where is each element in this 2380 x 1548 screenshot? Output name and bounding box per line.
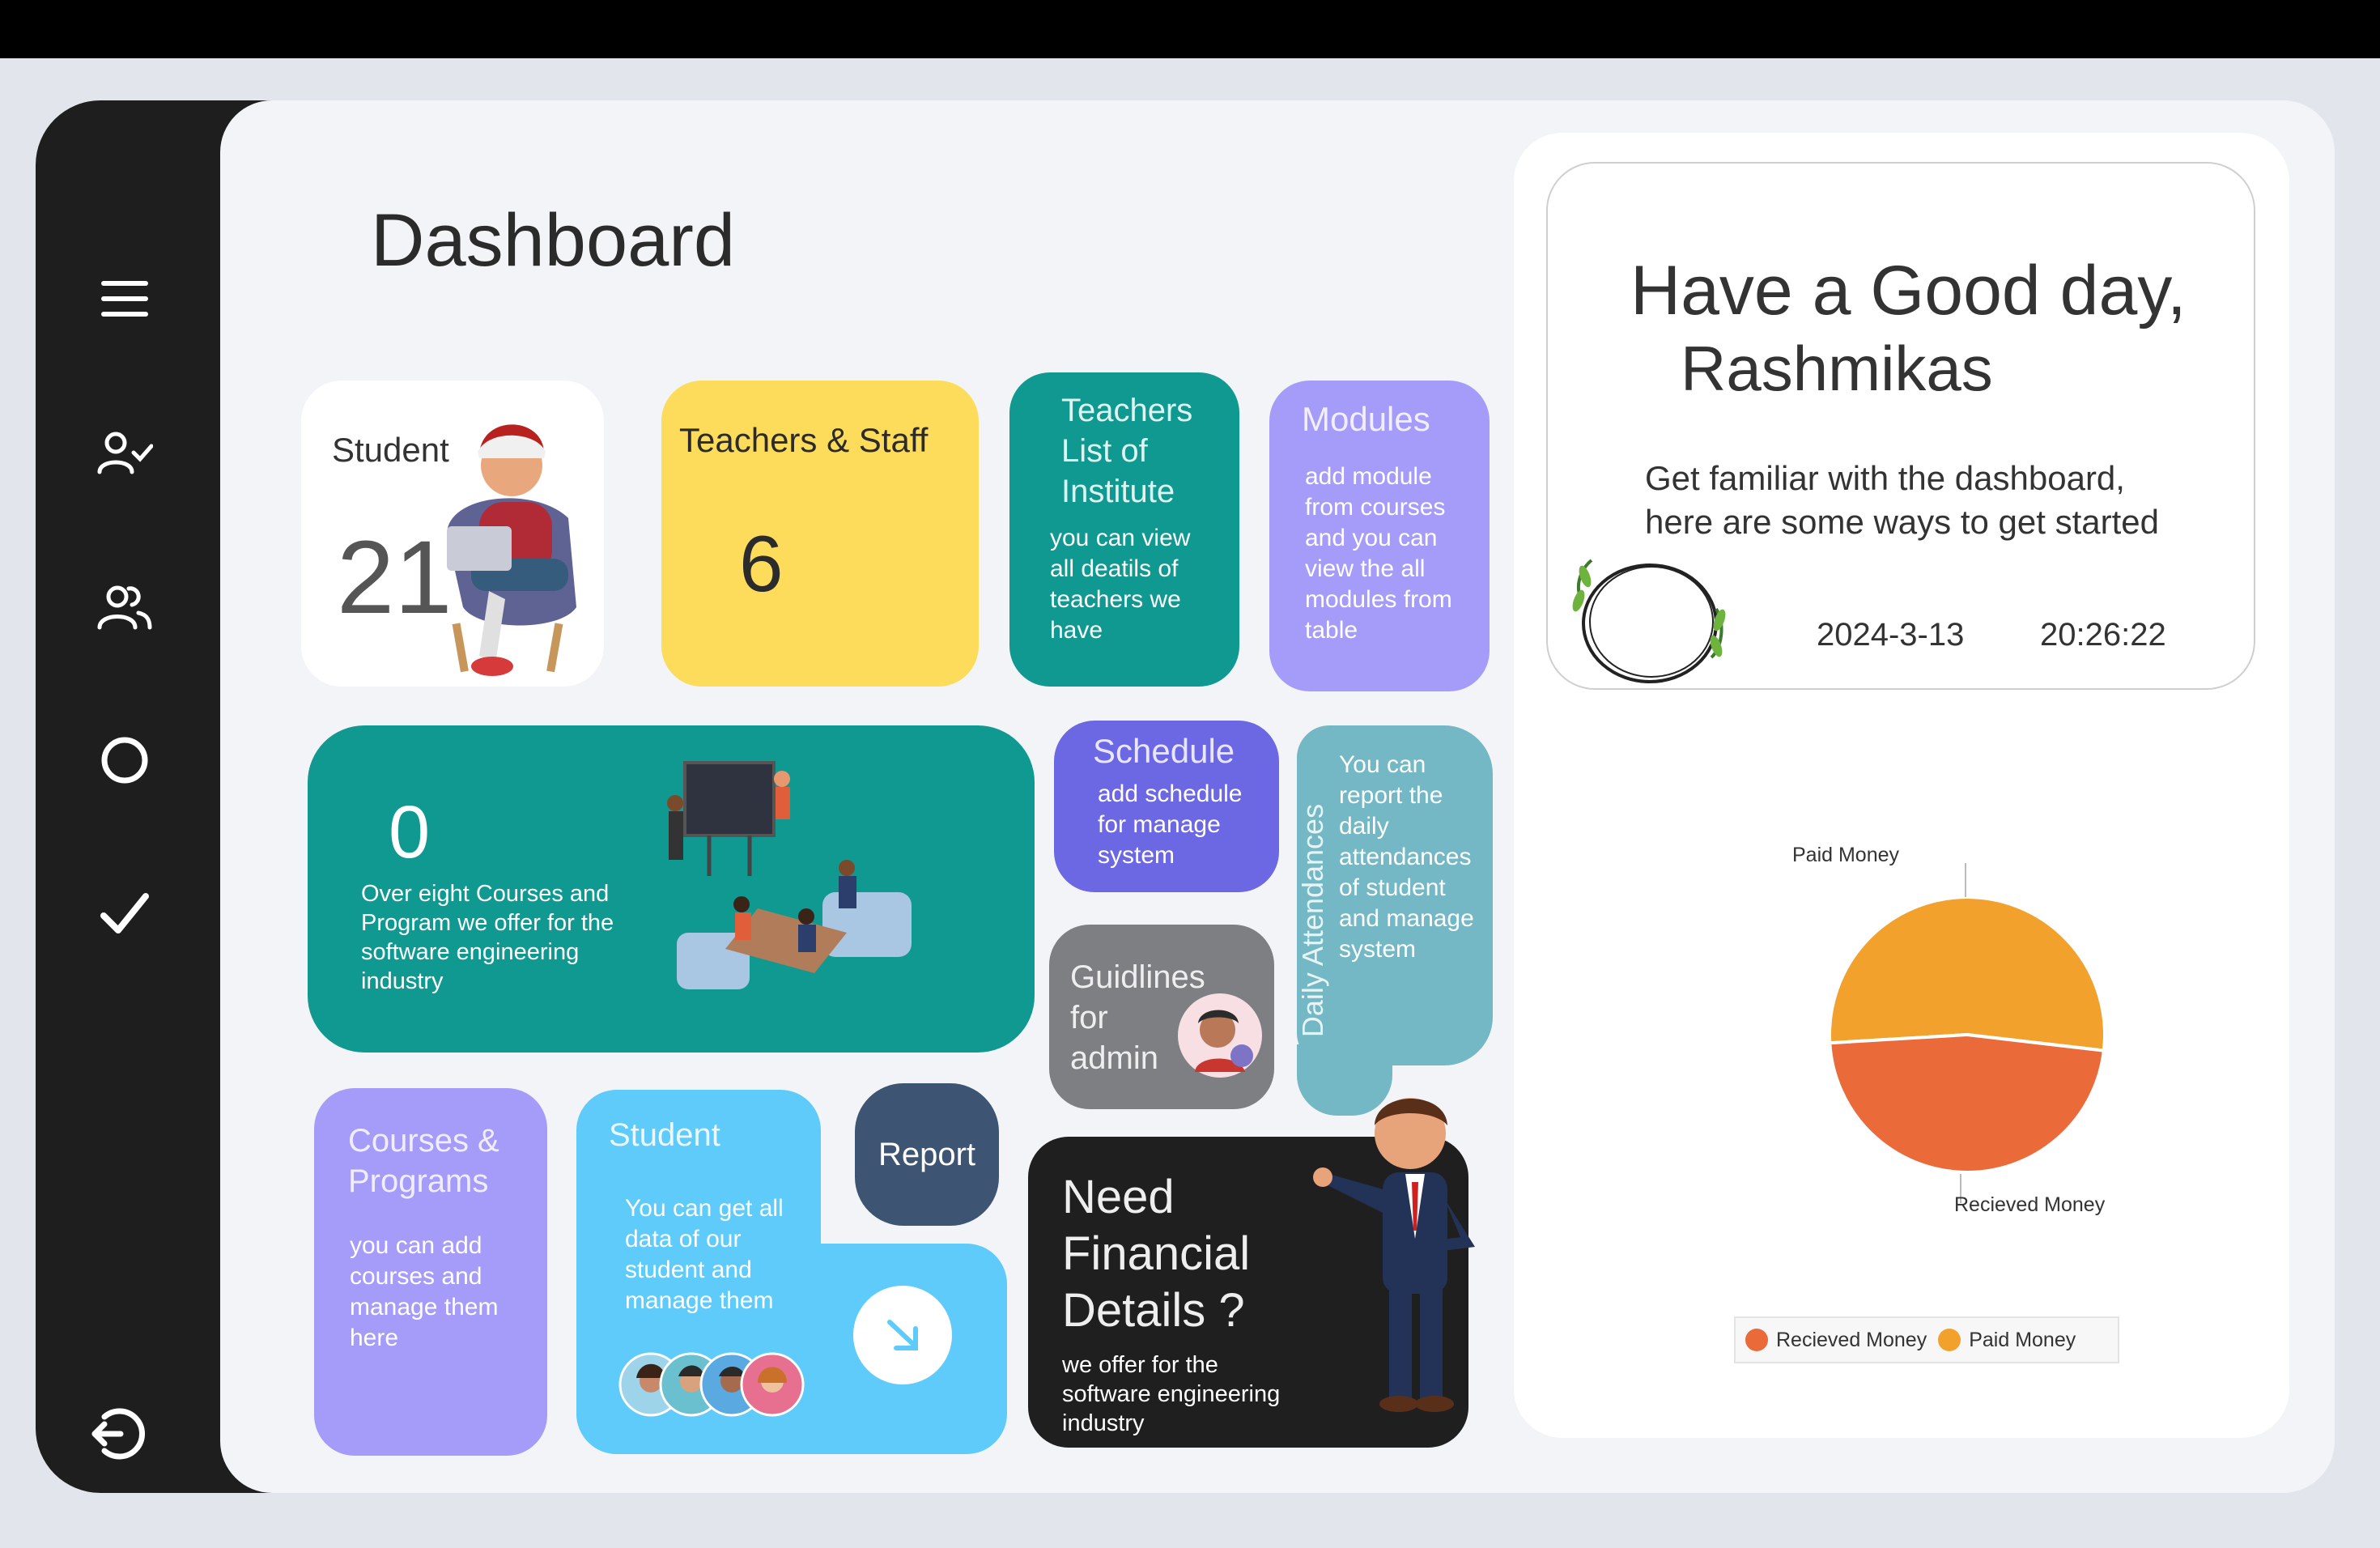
wreath-icon <box>1572 559 1726 683</box>
pie-slice-recieved-money[interactable] <box>1828 1032 2106 1174</box>
pie-label-paid-money: Paid Money <box>1792 844 1900 866</box>
courses-programs-desc: you can add courses and manage them here <box>350 1232 499 1351</box>
legend-swatch-received <box>1745 1329 1768 1351</box>
teachers-staff-card[interactable]: Teachers & Staff 6 <box>661 381 979 687</box>
attendance-desc: You can report the daily attendances of … <box>1339 751 1474 963</box>
arrow-down-right-icon <box>887 1320 918 1350</box>
money-pie-chart: Paid Money Recieved Money <box>1792 844 2106 1216</box>
guidelines-card[interactable]: Guidlines for admin <box>1049 925 1274 1109</box>
current-time: 20:26:22 <box>2040 617 2166 653</box>
sidebar <box>36 100 230 1493</box>
logout-icon[interactable] <box>28 1389 206 1478</box>
financial-desc: we offer for the software engineering in… <box>1062 1352 1281 1436</box>
courses-offer-card[interactable]: 0 Over eight Courses and Program we offe… <box>308 725 1035 1053</box>
welcome-card: Have a Good day, Rashmikas Get familiar … <box>1546 162 2255 690</box>
welcome-subtitle: Get familiar with the dashboard, here ar… <box>1645 459 2159 541</box>
teachers-list-desc: you can view all deatils of teachers we … <box>1050 525 1191 644</box>
businessman-illustration <box>1313 1098 1475 1412</box>
attendance-card[interactable]: You can report the daily attendances of … <box>1297 725 1493 1065</box>
modules-desc: add module from courses and you can view… <box>1305 463 1452 644</box>
courses-offer-desc: Over eight Courses and Program we offer … <box>361 881 614 994</box>
student-illustration <box>447 424 576 676</box>
courses-programs-title: Courses & Programs <box>348 1123 499 1199</box>
schedule-desc: add schedule for manage system <box>1098 780 1243 869</box>
courses-programs-card[interactable]: Courses & Programs you can add courses a… <box>314 1088 547 1456</box>
teachers-staff-title: Teachers & Staff <box>679 421 929 459</box>
check-icon[interactable] <box>36 870 214 959</box>
schedule-card[interactable]: Schedule add schedule for manage system <box>1054 721 1279 892</box>
user-check-icon[interactable] <box>36 408 214 497</box>
meeting-illustration <box>667 761 912 989</box>
open-students-button[interactable] <box>853 1286 952 1384</box>
student-count-card[interactable]: Student 21 <box>301 381 604 687</box>
financial-title: Need Financial Details ? <box>1062 1171 1251 1337</box>
attendance-title: Daily Attendances <box>1297 803 1329 1038</box>
schedule-title: Schedule <box>1093 732 1235 770</box>
courses-offer-count: 0 <box>389 791 431 874</box>
teachers-list-card[interactable]: Teachers List of Institute you can view … <box>1009 372 1239 687</box>
page-title: Dashboard <box>371 199 736 282</box>
modules-card[interactable]: Modules add module from courses and you … <box>1269 381 1490 691</box>
admin-avatar-icon <box>1178 993 1262 1078</box>
greeting-name: Rashmikas <box>1681 333 1993 404</box>
circle-icon[interactable] <box>36 716 214 805</box>
teachers-list-title: Teachers List of Institute <box>1061 393 1193 509</box>
legend-swatch-paid <box>1938 1329 1961 1351</box>
legend-label-received: Recieved Money <box>1776 1328 1927 1351</box>
menu-icon[interactable] <box>36 254 214 343</box>
modules-title: Modules <box>1302 400 1430 438</box>
current-date: 2024-3-13 <box>1817 617 1965 653</box>
top-bar <box>0 0 2380 58</box>
teachers-staff-count: 6 <box>739 519 784 608</box>
student-data-desc: You can get all data of our student and … <box>625 1195 784 1314</box>
report-button[interactable]: Report <box>855 1083 999 1226</box>
student-data-title: Student <box>609 1117 720 1153</box>
report-label: Report <box>878 1136 976 1172</box>
users-icon[interactable] <box>36 562 214 651</box>
pie-slice-paid-money[interactable] <box>1828 895 2106 1053</box>
student-avatars <box>618 1352 805 1417</box>
greeting-line1: Have a Good day, <box>1630 252 2187 330</box>
chart-legend: Recieved Money Paid Money <box>1734 1316 2119 1363</box>
legend-label-paid: Paid Money <box>1969 1328 2076 1351</box>
pie-label-recieved-money: Recieved Money <box>1954 1193 2106 1216</box>
